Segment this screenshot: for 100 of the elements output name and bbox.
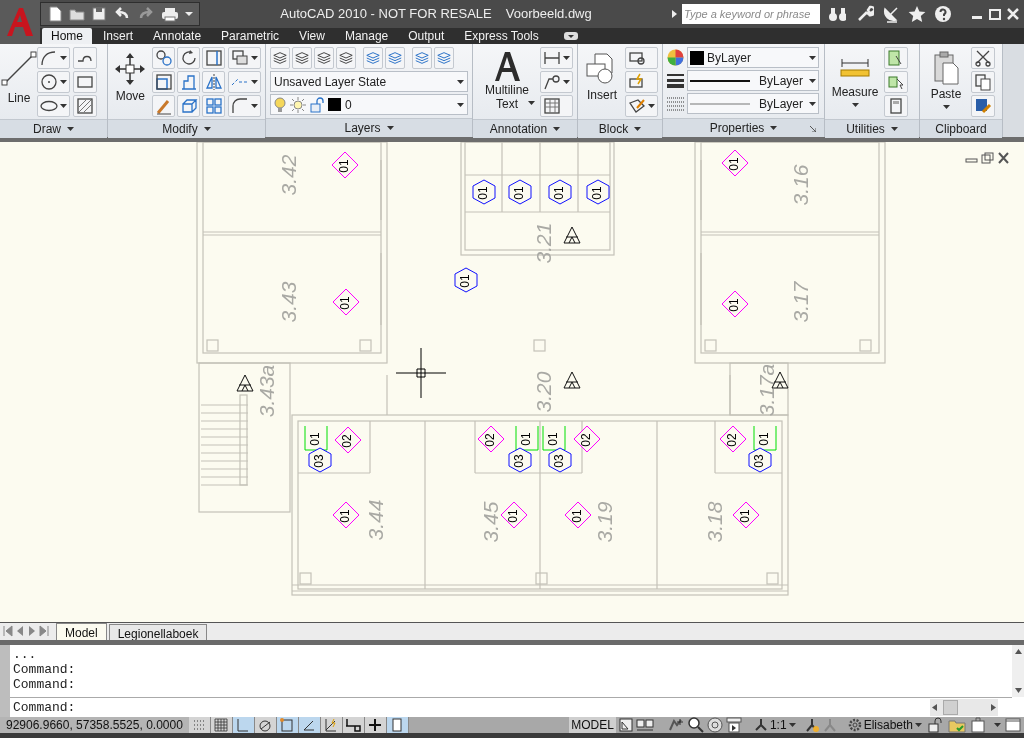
padlock-icon[interactable] [928,717,942,733]
scale-button[interactable] [151,71,175,93]
close-icon[interactable] [997,152,1010,164]
quick-select-button[interactable] [884,47,908,69]
calculator-toggle[interactable] [386,717,409,733]
create-block-button[interactable] [625,47,658,69]
rectangle-button[interactable] [73,71,97,93]
command-line-grip[interactable] [0,645,10,717]
clean-screen-icon[interactable] [970,717,986,733]
ribbon-tab[interactable]: Output [399,28,454,44]
help-icon[interactable] [934,5,952,23]
minimize-ribbon-icon[interactable] [563,32,578,40]
line-button[interactable]: Line [4,47,34,119]
annotation-visibility-icon[interactable] [803,717,820,733]
ribbon-tab[interactable]: Home [42,28,92,44]
binoculars-icon[interactable] [828,5,846,23]
insert-button[interactable]: Insert [582,47,622,119]
layer-brush-button[interactable] [314,47,334,69]
showmotion-icon[interactable] [725,717,742,733]
last-icon[interactable] [38,624,50,638]
dropdown-arrow-icon[interactable] [185,11,193,17]
steering-wheel-icon[interactable] [706,717,723,733]
ortho-toggle[interactable] [232,717,255,733]
brush-button[interactable] [151,95,175,117]
match-properties-button[interactable] [971,95,995,117]
model-space-button[interactable]: MODEL [569,717,616,733]
ribbon-tab[interactable]: Insert [94,28,143,44]
layout-tab[interactable]: Legionellaboek [108,624,208,640]
layer-dropdown[interactable]: 0 [270,94,468,115]
grid-array-button[interactable] [201,95,225,117]
dimension-button[interactable] [540,47,573,69]
layer-properties-button[interactable] [270,47,290,69]
mirror-button[interactable] [201,71,225,93]
ribbon-tab[interactable]: Manage [335,28,398,44]
panel-title[interactable]: Layers [344,119,381,137]
object-snap-toggle[interactable] [276,717,299,733]
multiline-text-button[interactable]: Multiline Text [477,47,537,119]
star-icon[interactable] [908,5,926,23]
dialog-launcher-icon[interactable] [810,126,816,132]
horizontal-scrollbar[interactable] [930,699,998,716]
trim-button[interactable] [201,47,225,69]
ribbon-tab[interactable]: View [290,28,334,44]
layer-down-button[interactable] [363,47,383,69]
select-cursor-button[interactable] [884,71,908,93]
dynamic-input-toggle[interactable] [342,717,365,733]
new-file-icon[interactable] [47,6,63,22]
dashed-line-button[interactable] [228,71,261,93]
ribbon-tab[interactable]: Express Tools [455,28,548,44]
linetype-dropdown[interactable]: ByLayer [687,93,819,114]
search-field[interactable]: Type a keyword or phrase [682,4,820,24]
expand-arrow-icon[interactable] [672,10,678,18]
copy-button[interactable] [151,47,175,69]
overlapping-squares-button[interactable] [228,47,261,69]
layout-tab[interactable]: Model [56,623,107,640]
layer-arrow-button[interactable] [336,47,356,69]
first-icon[interactable] [2,624,14,638]
printer-icon[interactable] [161,6,179,22]
polyline-button[interactable] [37,47,70,69]
layer-state-dropdown[interactable]: Unsaved Layer State [270,71,468,92]
polar-toggle[interactable] [254,717,277,733]
edit-block-button[interactable] [625,71,658,93]
leader-button[interactable] [540,71,573,93]
scissors-button[interactable] [971,47,995,69]
paste-button[interactable]: Paste [924,47,968,119]
ribbon-tab[interactable]: Parametric [212,28,289,44]
vertical-scrollbar[interactable] [1012,645,1024,697]
tracking-toggle[interactable] [298,717,321,733]
move-button[interactable]: Move [112,47,149,119]
grid-toggle[interactable] [210,717,233,733]
layouts-icon[interactable] [635,718,654,732]
restore-icon[interactable] [981,152,994,164]
layer-bulb-button[interactable] [434,47,454,69]
save-icon[interactable] [91,6,107,22]
color-dropdown[interactable]: ByLayer [687,47,819,68]
copy-pages-button[interactable] [971,71,995,93]
window-icon[interactable] [1005,718,1021,732]
snap-toggle[interactable] [188,717,211,733]
ellipse-button[interactable] [37,95,70,117]
rotate-button[interactable] [176,47,200,69]
satellite-dish-icon[interactable] [882,5,900,23]
restore-icon[interactable] [988,7,1002,21]
table-button[interactable] [540,95,573,117]
lineweight-dropdown[interactable]: ByLayer [687,70,819,91]
wrench-icon[interactable] [856,5,874,23]
calculator-button[interactable] [884,95,908,117]
measure-button[interactable]: Measure [829,47,881,119]
ucs-toggle[interactable] [320,717,343,733]
annotation-scale-dropdown[interactable]: 1:1 [753,717,796,733]
folder-check-icon[interactable] [948,717,966,733]
layout-icon[interactable] [617,718,634,732]
layer-gear-button[interactable] [412,47,432,69]
search-icon[interactable] [687,717,704,733]
layer-up-button[interactable] [385,47,405,69]
hatch-button[interactable] [73,95,97,117]
workspace-dropdown[interactable]: Elisabeth [847,717,922,733]
ribbon-tab[interactable]: Annotate [144,28,211,44]
circle-button[interactable] [37,71,70,93]
cube-button[interactable] [176,95,200,117]
open-folder-icon[interactable] [69,6,85,22]
dropdown-arrow-icon[interactable] [994,723,1001,727]
